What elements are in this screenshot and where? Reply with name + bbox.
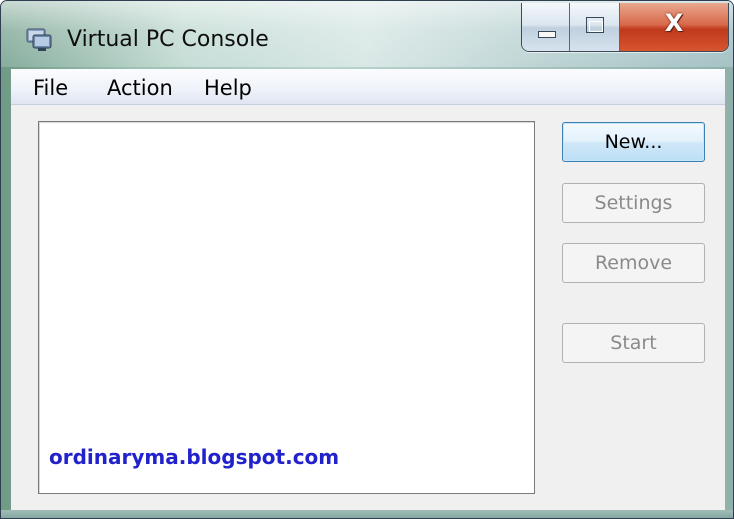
window-bottom-border	[1, 510, 733, 518]
title-bar[interactable]: Virtual PC Console X	[1, 1, 733, 67]
maximize-icon	[586, 17, 604, 33]
minimize-icon	[538, 31, 556, 38]
new-button[interactable]: New...	[562, 122, 705, 162]
menu-bar: File Action Help	[11, 69, 725, 105]
menu-action[interactable]: Action	[107, 76, 173, 100]
settings-button[interactable]: Settings	[562, 183, 705, 223]
close-button[interactable]: X	[620, 3, 728, 51]
menu-file[interactable]: File	[33, 76, 68, 100]
window-title: Virtual PC Console	[67, 27, 269, 52]
virtual-machine-list[interactable]: ordinaryma.blogspot.com	[38, 121, 535, 494]
caption-buttons: X	[521, 3, 729, 52]
client-area: ordinaryma.blogspot.com New... Settings …	[11, 105, 725, 510]
menu-help[interactable]: Help	[204, 76, 252, 100]
watermark-text: ordinaryma.blogspot.com	[49, 445, 340, 469]
remove-button[interactable]: Remove	[562, 243, 705, 283]
maximize-button[interactable]	[570, 3, 620, 51]
close-icon: X	[664, 9, 684, 37]
virtual-pc-app-icon[interactable]	[25, 25, 53, 53]
start-button[interactable]: Start	[562, 323, 705, 363]
virtual-pc-console-window: Virtual PC Console X File Action Help or…	[0, 0, 734, 519]
minimize-button[interactable]	[522, 3, 570, 51]
